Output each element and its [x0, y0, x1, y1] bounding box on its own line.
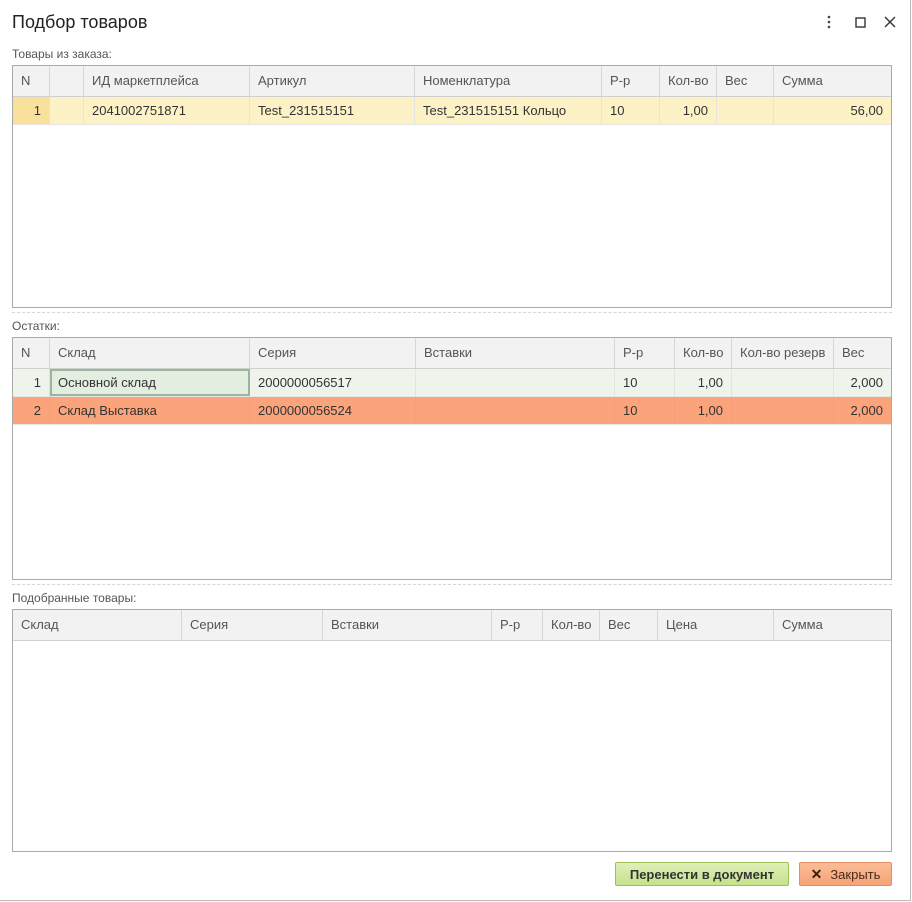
- col-n[interactable]: N: [13, 66, 50, 96]
- cell-inserts: [416, 397, 615, 424]
- col-sum[interactable]: Сумма: [774, 610, 891, 640]
- order-items-label: Товары из заказа:: [12, 47, 112, 61]
- cell-reserve-qty: [732, 369, 834, 396]
- order-items-table[interactable]: N ИД маркетплейса Артикул Номенклатура Р…: [12, 65, 892, 308]
- more-menu-icon[interactable]: [819, 12, 839, 32]
- cell-sum: 56,00: [850, 103, 883, 118]
- col-inserts[interactable]: Вставки: [323, 610, 492, 640]
- cell-qty: 1,00: [675, 369, 732, 396]
- col-reserve-qty[interactable]: Кол-во резерв: [732, 338, 834, 368]
- cell-article: Test_231515151: [250, 97, 415, 124]
- cell-marketplace-id: 2041002751871: [84, 97, 250, 124]
- col-qty[interactable]: Кол-во: [675, 338, 732, 368]
- col-nomenclature[interactable]: Номенклатура: [415, 66, 602, 96]
- stock-table[interactable]: N Склад Серия Вставки Р-р Кол-во Кол-во …: [12, 337, 892, 580]
- col-size[interactable]: Р-р: [602, 66, 660, 96]
- table-row[interactable]: 2 Склад Выставка 2000000056524 10 1,00 2…: [13, 397, 891, 425]
- col-size[interactable]: Р-р: [615, 338, 675, 368]
- selection-window: Подбор товаров Товары из заказа: N ИД ма…: [0, 0, 911, 901]
- cell-weight: [717, 97, 774, 124]
- selected-label: Подобранные товары:: [12, 591, 137, 605]
- col-series[interactable]: Серия: [182, 610, 323, 640]
- col-inserts[interactable]: Вставки: [416, 338, 615, 368]
- cell-qty: 1,00: [675, 397, 732, 424]
- col-series[interactable]: Серия: [250, 338, 416, 368]
- col-qty[interactable]: Кол-во: [543, 610, 600, 640]
- cell-warehouse[interactable]: Основной склад: [50, 369, 250, 396]
- table-header: N Склад Серия Вставки Р-р Кол-во Кол-во …: [13, 338, 891, 369]
- close-button-label: Закрыть: [830, 866, 881, 882]
- col-icon[interactable]: [50, 66, 84, 96]
- cell-icon: [50, 97, 84, 124]
- cell-weight: 2,000: [850, 403, 883, 418]
- cell-n: 2: [13, 397, 50, 424]
- cell-n: 1: [13, 97, 50, 124]
- col-marketplace-id[interactable]: ИД маркетплейса: [84, 66, 250, 96]
- close-icon[interactable]: [880, 12, 900, 32]
- col-weight[interactable]: Вес: [717, 66, 774, 96]
- section-divider: [12, 312, 892, 313]
- maximize-icon[interactable]: [850, 12, 870, 32]
- table-row[interactable]: 1 Основной склад 2000000056517 10 1,00 2…: [13, 369, 891, 397]
- col-weight[interactable]: Вес: [834, 338, 891, 368]
- cell-series: 2000000056524: [250, 397, 416, 424]
- cell-series: 2000000056517: [250, 369, 416, 396]
- col-sum[interactable]: Сумма: [774, 66, 891, 96]
- cell-n: 1: [13, 369, 50, 396]
- cell-inserts: [416, 369, 615, 396]
- table-header: Склад Серия Вставки Р-р Кол-во Вес Цена …: [13, 610, 891, 641]
- col-weight[interactable]: Вес: [600, 610, 658, 640]
- cell-size: 10: [615, 369, 675, 396]
- col-size[interactable]: Р-р: [492, 610, 543, 640]
- col-qty[interactable]: Кол-во: [660, 66, 717, 96]
- col-article[interactable]: Артикул: [250, 66, 415, 96]
- close-x-icon: ✕: [810, 865, 823, 882]
- section-divider: [12, 584, 892, 585]
- window-title: Подбор товаров: [12, 12, 148, 32]
- cell-reserve-qty: [732, 397, 834, 424]
- cell-nomenclature: Test_231515151 Кольцо: [415, 97, 602, 124]
- close-button[interactable]: ✕ Закрыть: [799, 862, 892, 886]
- cell-size: 10: [602, 97, 660, 124]
- col-price[interactable]: Цена: [658, 610, 774, 640]
- stock-label: Остатки:: [12, 319, 60, 333]
- cell-size: 10: [615, 397, 675, 424]
- cell-weight: 2,000: [850, 375, 883, 390]
- cell-warehouse: Склад Выставка: [50, 397, 250, 424]
- transfer-to-document-button[interactable]: Перенести в документ: [615, 862, 789, 886]
- table-row[interactable]: 1 2041002751871 Test_231515151 Test_2315…: [13, 97, 891, 125]
- cell-qty: 1,00: [660, 97, 717, 124]
- col-warehouse[interactable]: Склад: [13, 610, 182, 640]
- col-n[interactable]: N: [13, 338, 50, 368]
- table-header: N ИД маркетплейса Артикул Номенклатура Р…: [13, 66, 891, 97]
- col-warehouse[interactable]: Склад: [50, 338, 250, 368]
- selected-table[interactable]: Склад Серия Вставки Р-р Кол-во Вес Цена …: [12, 609, 892, 852]
